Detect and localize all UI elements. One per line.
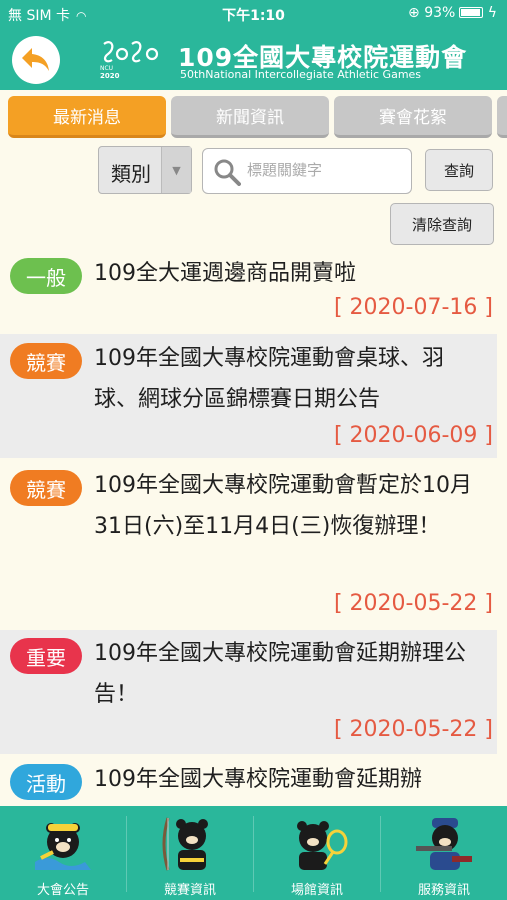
news-title: 109全大運週邊商品開賣啦 bbox=[94, 261, 356, 286]
news-item[interactable]: 重要 109年全國大專校院運動會延期辦理公告！ [ 2020-05-22 ] bbox=[0, 630, 497, 754]
news-title: 109年全國大專校院運動會桌球、羽球、網球分區錦標賽日期公告 bbox=[94, 346, 444, 412]
category-select[interactable]: 類別 ▼ bbox=[98, 146, 192, 194]
tag-badge: 重要 bbox=[10, 638, 82, 674]
tab-bar: 最新消息 新聞資訊 賽會花絮 bbox=[0, 90, 507, 142]
charging-icon: ϟ bbox=[483, 5, 497, 21]
tag-badge: 活動 bbox=[10, 764, 82, 800]
back-arrow-icon bbox=[22, 48, 49, 71]
news-title: 109年全國大專校院運動會暫定於10月31日(六)至11月4日(三)恢復辦理！ bbox=[94, 473, 472, 539]
bear-swimmer-icon bbox=[35, 823, 91, 870]
category-select-value: 類別 bbox=[111, 162, 151, 186]
bear-shooter-icon bbox=[416, 818, 472, 870]
nav-label: 服務資訊 bbox=[417, 883, 470, 898]
tag-badge: 競賽 bbox=[10, 343, 82, 379]
orientation-lock-icon: ⊕ bbox=[408, 5, 425, 21]
clear-query-button[interactable]: 清除查詢 bbox=[390, 203, 494, 245]
back-button[interactable] bbox=[12, 36, 60, 84]
search-icon bbox=[214, 159, 241, 186]
query-button[interactable]: 查詢 bbox=[425, 149, 493, 191]
nav-label: 大會公告 bbox=[36, 883, 89, 898]
status-bar: 無 SIM 卡 ◠ 下午1:10 ⊕ 93% ϟ bbox=[0, 0, 507, 28]
logo-small-text: NCU bbox=[100, 65, 113, 72]
search-box[interactable] bbox=[202, 148, 412, 194]
tab-news-info[interactable]: 新聞資訊 bbox=[171, 96, 329, 138]
tag-badge: 競賽 bbox=[10, 470, 82, 506]
logo-year: 2020 bbox=[100, 72, 120, 80]
bear-archer-icon bbox=[162, 817, 208, 871]
app-header: NCU 2020 109全國大專校院運動會 50thNational Inter… bbox=[0, 28, 507, 90]
tab-latest-news[interactable]: 最新消息 bbox=[8, 96, 166, 138]
battery-icon bbox=[459, 7, 484, 18]
battery-status: ⊕ 93% ϟ bbox=[408, 5, 497, 21]
news-date: [ 2020-05-22 ] bbox=[333, 591, 493, 616]
games-logo-icon: NCU 2020 bbox=[100, 41, 159, 80]
news-date: [ 2020-07-16 ] bbox=[333, 295, 493, 320]
nav-label: 競賽資訊 bbox=[163, 883, 216, 898]
nav-announcements[interactable]: 大會公告 bbox=[0, 806, 126, 900]
page-subtitle: 50thNational Intercollegiate Athletic Ga… bbox=[180, 68, 422, 81]
nav-competition-info[interactable]: 競賽資訊 bbox=[127, 806, 253, 900]
nav-service-info[interactable]: 服務資訊 bbox=[381, 806, 507, 900]
nav-venue-info[interactable]: 場館資訊 bbox=[254, 806, 380, 900]
news-title: 109年全國大專校院運動會延期辦理公告！ bbox=[94, 641, 466, 707]
tab-more[interactable] bbox=[497, 96, 507, 138]
news-date: [ 2020-06-09 ] bbox=[333, 423, 493, 448]
news-item[interactable]: 活動 109年全國大專校院運動會延期辦 bbox=[0, 758, 497, 806]
battery-percent: 93% bbox=[424, 5, 456, 21]
tab-highlights[interactable]: 賽會花絮 bbox=[334, 96, 492, 138]
bottom-nav: 大會公告 競賽資訊 場館資訊 服務資訊 bbox=[0, 806, 507, 900]
nav-label: 場館資訊 bbox=[290, 883, 343, 898]
news-title: 109年全國大專校院運動會延期辦 bbox=[94, 767, 422, 792]
tag-badge: 一般 bbox=[10, 258, 82, 294]
news-item[interactable]: 一般 109全大運週邊商品開賣啦 [ 2020-07-16 ] bbox=[0, 250, 497, 332]
chevron-down-icon: ▼ bbox=[161, 147, 191, 193]
search-input[interactable] bbox=[247, 161, 407, 179]
news-item[interactable]: 競賽 109年全國大專校院運動會暫定於10月31日(六)至11月4日(三)恢復辦… bbox=[0, 462, 497, 626]
bear-tennis-icon bbox=[297, 821, 348, 870]
news-item[interactable]: 競賽 109年全國大專校院運動會桌球、羽球、網球分區錦標賽日期公告 [ 2020… bbox=[0, 334, 497, 458]
news-date: [ 2020-05-22 ] bbox=[333, 717, 493, 742]
